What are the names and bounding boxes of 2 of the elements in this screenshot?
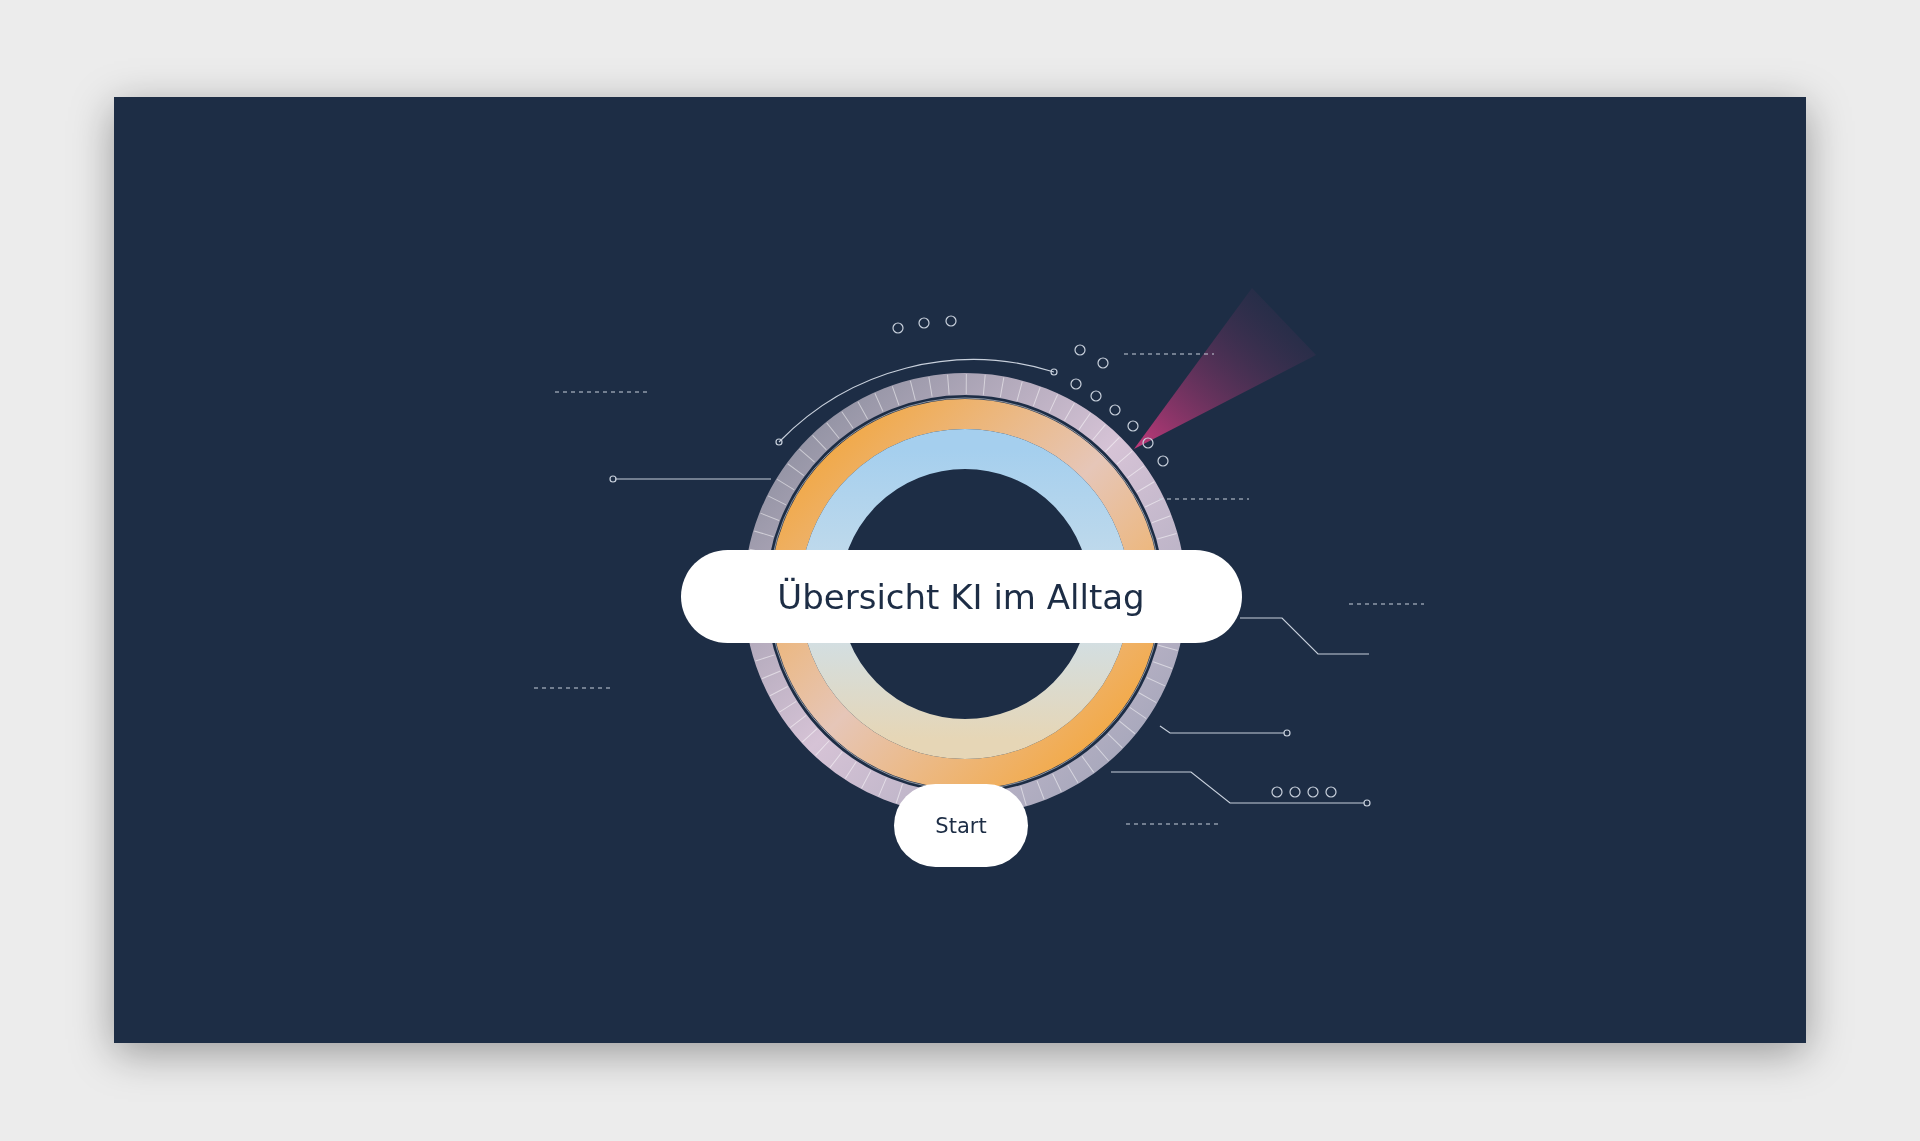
title-banner: Übersicht KI im Alltag bbox=[680, 550, 1242, 643]
start-button[interactable]: Start bbox=[894, 784, 1028, 867]
